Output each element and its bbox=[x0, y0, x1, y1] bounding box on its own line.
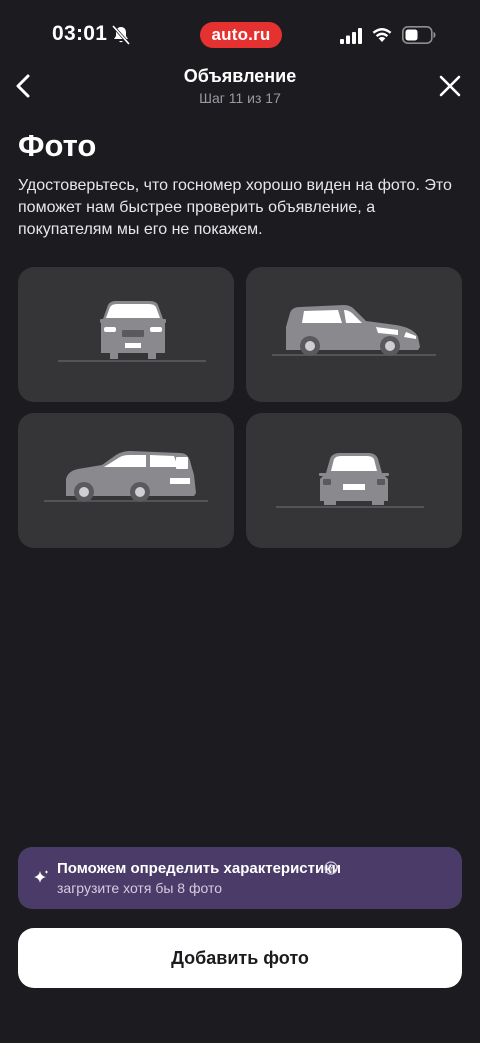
car-rear-side-icon bbox=[44, 451, 208, 502]
chevron-left-icon[interactable] bbox=[12, 70, 40, 102]
brand-logo: auto.ru bbox=[200, 22, 282, 48]
characteristics-hint[interactable]: Поможем определить характеристики загруз… bbox=[18, 847, 462, 909]
header-title: Объявление bbox=[183, 66, 297, 86]
status-time: 03:01 bbox=[52, 22, 108, 45]
photo-example-rear bbox=[246, 413, 462, 548]
bell-muted-icon bbox=[112, 25, 130, 45]
page-title: Фото bbox=[18, 128, 97, 163]
car-front-side-icon bbox=[272, 305, 436, 356]
wifi-icon bbox=[372, 27, 392, 42]
status-bar: 03:01 auto.ru bbox=[0, 0, 480, 64]
battery-icon bbox=[402, 26, 436, 44]
photo-example-front-side bbox=[246, 267, 462, 402]
question-circle-icon[interactable] bbox=[324, 861, 338, 875]
photo-example-rear-side bbox=[18, 413, 234, 548]
close-icon[interactable] bbox=[436, 72, 464, 100]
add-photo-button[interactable]: Добавить фото bbox=[18, 928, 462, 988]
car-rear-icon bbox=[276, 453, 424, 508]
header-step: Шаг 11 из 17 bbox=[199, 90, 281, 106]
sparkle-icon bbox=[34, 870, 49, 883]
page-description: Удостоверьтесь, что госномер хорошо виде… bbox=[18, 177, 452, 238]
hint-title: Поможем определить характеристики bbox=[57, 860, 341, 877]
hint-subtitle: загрузите хотя бы 8 фото bbox=[57, 880, 222, 896]
car-front-icon bbox=[58, 301, 206, 362]
signal-icon bbox=[340, 28, 362, 44]
photo-example-front bbox=[18, 267, 234, 402]
